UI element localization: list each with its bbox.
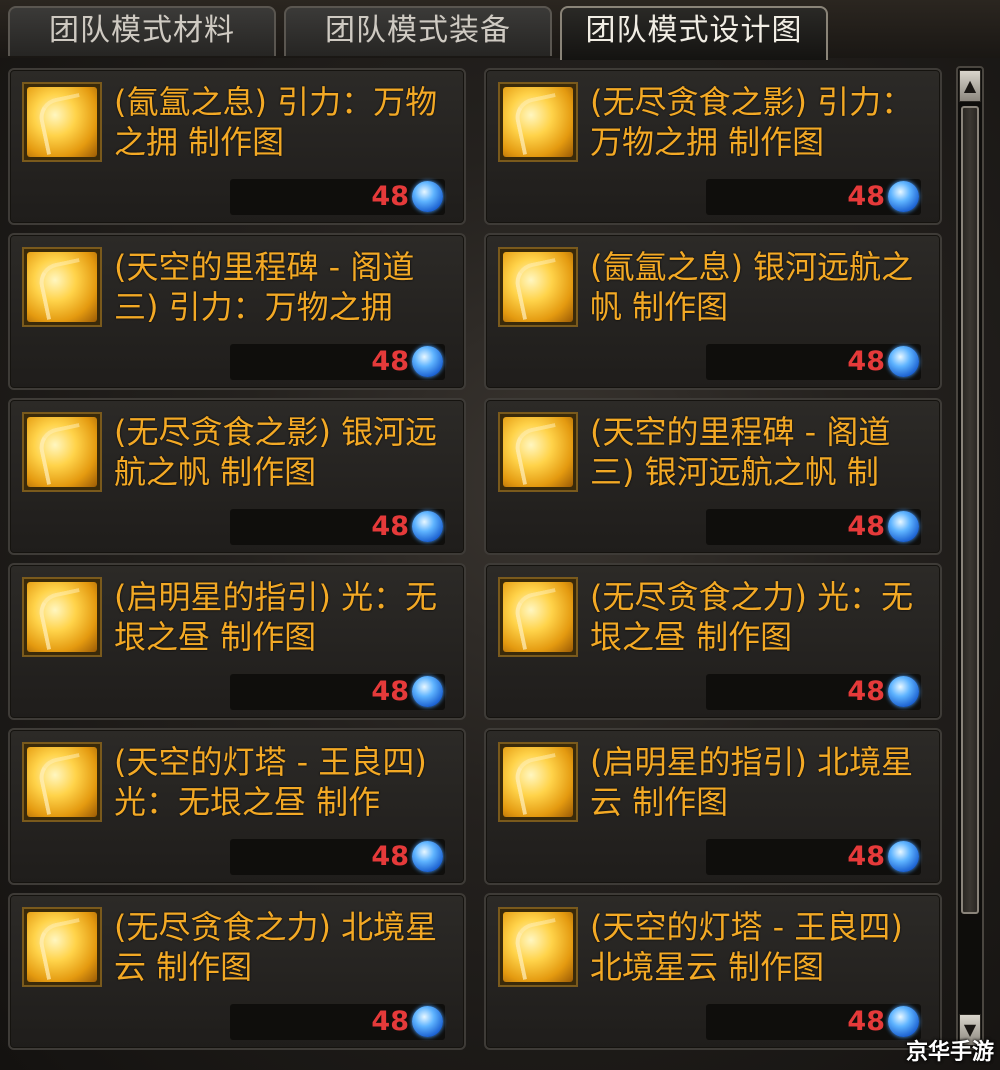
- shop-item[interactable]: (无尽贪食之影) 银河远航之帆 制作图 48: [8, 398, 466, 555]
- item-price: 48: [371, 841, 409, 872]
- item-name: (无尽贪食之影) 银河远航之帆 制作图: [114, 413, 438, 491]
- item-icon-frame: [498, 907, 578, 987]
- price-bar: 48: [230, 839, 445, 875]
- shop-item[interactable]: (启明星的指引) 光：无垠之昼 制作图 48: [8, 563, 466, 720]
- blueprint-scroll-icon: [503, 87, 573, 157]
- item-name: (启明星的指引) 光：无垠之昼 制作图: [114, 578, 438, 656]
- item-icon-frame: [22, 577, 102, 657]
- tab-team-equipment[interactable]: 团队模式装备: [284, 6, 552, 56]
- vertical-scrollbar[interactable]: ▲ ▼: [956, 66, 984, 1050]
- watermark-logo: 京华手游: [905, 1040, 994, 1065]
- blue-gem-icon: [888, 676, 919, 707]
- blue-gem-icon: [888, 841, 919, 872]
- price-bar: 48: [230, 1004, 445, 1040]
- tab-team-materials[interactable]: 团队模式材料: [8, 6, 276, 56]
- blueprint-scroll-icon: [27, 912, 97, 982]
- price-bar: 48: [230, 509, 445, 545]
- item-price: 48: [371, 346, 409, 377]
- shop-item[interactable]: (启明星的指引) 北境星云 制作图 48: [484, 728, 942, 885]
- item-icon-frame: [498, 247, 578, 327]
- blueprint-scroll-icon: [27, 417, 97, 487]
- price-bar: 48: [230, 674, 445, 710]
- item-price: 48: [371, 181, 409, 212]
- blueprint-scroll-icon: [503, 912, 573, 982]
- shop-item[interactable]: (天空的灯塔 - 王良四) 光：无垠之昼 制作 48: [8, 728, 466, 885]
- item-name: (氤氲之息) 银河远航之帆 制作图: [590, 248, 914, 326]
- item-price: 48: [847, 181, 885, 212]
- blueprint-scroll-icon: [27, 747, 97, 817]
- tab-team-blueprints[interactable]: 团队模式设计图: [560, 6, 828, 60]
- item-price: 48: [847, 1006, 885, 1037]
- shop-item[interactable]: (天空的里程碑 - 阁道三) 银河远航之帆 制 48: [484, 398, 942, 555]
- blue-gem-icon: [888, 511, 919, 542]
- price-bar: 48: [706, 674, 921, 710]
- item-name: (天空的灯塔 - 王良四) 光：无垠之昼 制作: [114, 743, 427, 821]
- item-price: 48: [371, 676, 409, 707]
- item-icon-frame: [22, 742, 102, 822]
- item-name: (天空的里程碑 - 阁道三) 银河远航之帆 制: [590, 413, 891, 491]
- price-bar: 48: [230, 344, 445, 380]
- shop-item[interactable]: (氤氲之息) 银河远航之帆 制作图 48: [484, 233, 942, 390]
- item-icon-frame: [22, 247, 102, 327]
- shop-item[interactable]: (无尽贪食之力) 北境星云 制作图 48: [8, 893, 466, 1050]
- item-name: (天空的灯塔 - 王良四) 北境星云 制作图: [590, 908, 903, 986]
- item-price: 48: [847, 511, 885, 542]
- item-name: (启明星的指引) 北境星云 制作图: [590, 743, 914, 821]
- blue-gem-icon: [412, 511, 443, 542]
- item-icon-frame: [22, 907, 102, 987]
- price-bar: 48: [706, 509, 921, 545]
- item-price: 48: [847, 676, 885, 707]
- item-price: 48: [371, 511, 409, 542]
- blueprint-scroll-icon: [503, 747, 573, 817]
- item-icon-frame: [498, 742, 578, 822]
- price-bar: 48: [706, 1004, 921, 1040]
- blue-gem-icon: [412, 676, 443, 707]
- shop-item[interactable]: (无尽贪食之影) 引力：万物之拥 制作图 48: [484, 68, 942, 225]
- item-price: 48: [847, 841, 885, 872]
- item-icon-frame: [498, 577, 578, 657]
- item-name: (天空的里程碑 - 阁道三) 引力：万物之拥: [114, 248, 415, 326]
- price-bar: 48: [706, 344, 921, 380]
- item-icon-frame: [498, 82, 578, 162]
- blueprint-scroll-icon: [27, 252, 97, 322]
- blueprint-scroll-icon: [503, 417, 573, 487]
- item-icon-frame: [498, 412, 578, 492]
- blue-gem-icon: [888, 346, 919, 377]
- blue-gem-icon: [412, 841, 443, 872]
- item-name: (无尽贪食之力) 北境星云 制作图: [114, 908, 438, 986]
- price-bar: 48: [706, 179, 921, 215]
- blue-gem-icon: [888, 181, 919, 212]
- blueprint-scroll-icon: [503, 582, 573, 652]
- blue-gem-icon: [888, 1006, 919, 1037]
- shop-item[interactable]: (天空的里程碑 - 阁道三) 引力：万物之拥 48: [8, 233, 466, 390]
- price-bar: 48: [706, 839, 921, 875]
- item-name: (氤氲之息) 引力：万物之拥 制作图: [114, 83, 438, 161]
- scroll-up-button[interactable]: ▲: [959, 70, 981, 102]
- scroll-thumb[interactable]: [961, 106, 979, 914]
- blueprint-scroll-icon: [503, 252, 573, 322]
- item-icon-frame: [22, 82, 102, 162]
- price-bar: 48: [230, 179, 445, 215]
- tab-bar: 团队模式材料 团队模式装备 团队模式设计图: [0, 0, 1000, 60]
- item-icon-frame: [22, 412, 102, 492]
- item-name: (无尽贪食之力) 光：无垠之昼 制作图: [590, 578, 914, 656]
- shop-item[interactable]: (氤氲之息) 引力：万物之拥 制作图 48: [8, 68, 466, 225]
- item-name: (无尽贪食之影) 引力：万物之拥 制作图: [590, 83, 914, 161]
- shop-item[interactable]: (无尽贪食之力) 光：无垠之昼 制作图 48: [484, 563, 942, 720]
- blueprint-scroll-icon: [27, 87, 97, 157]
- blue-gem-icon: [412, 346, 443, 377]
- blue-gem-icon: [412, 181, 443, 212]
- shop-item[interactable]: (天空的灯塔 - 王良四) 北境星云 制作图 48: [484, 893, 942, 1050]
- blueprint-scroll-icon: [27, 582, 97, 652]
- blue-gem-icon: [412, 1006, 443, 1037]
- item-price: 48: [371, 1006, 409, 1037]
- item-price: 48: [847, 346, 885, 377]
